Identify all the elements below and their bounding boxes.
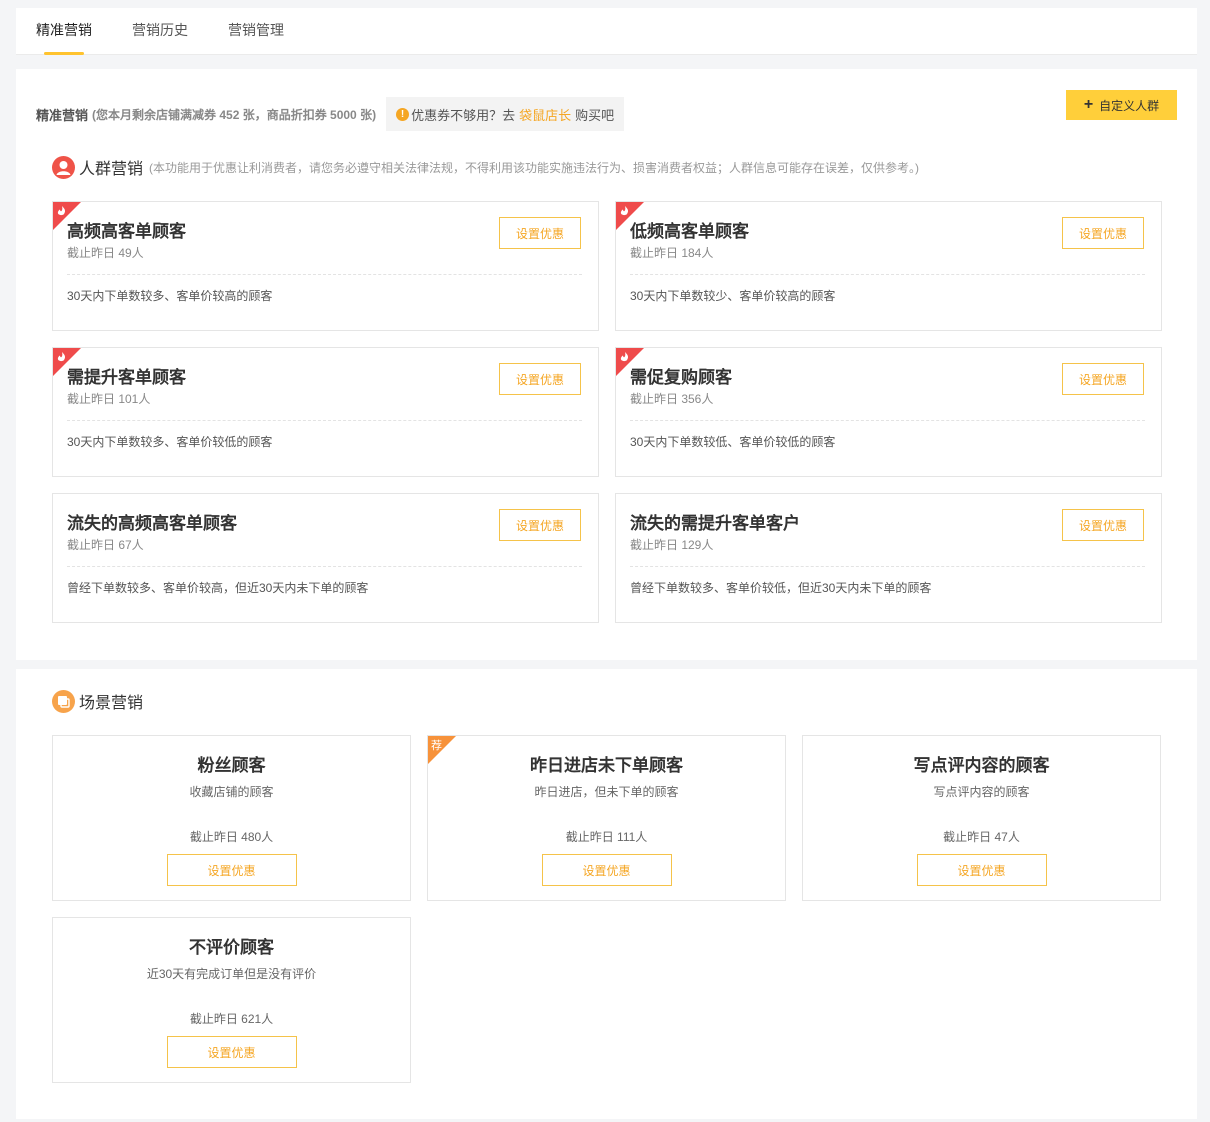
divider <box>630 274 1145 275</box>
divider <box>67 420 582 421</box>
set-discount-button[interactable]: 设置优惠 <box>499 363 581 395</box>
scene-card: 粉丝顾客收藏店铺的顾客 截止昨日 480人设置优惠 <box>52 735 411 901</box>
scene-marketing-title: 场景营销 <box>79 695 144 712</box>
scene-marketing-header: 场景营销 <box>52 689 143 713</box>
custom-crowd-label: 自定义人群 <box>1099 98 1160 113</box>
store-manager-link[interactable]: 袋鼠店长 <box>519 105 571 124</box>
crowd-card-title: 需提升客单顾客 <box>67 368 186 387</box>
crowd-card-title: 流失的需提升客单客户 <box>630 514 800 533</box>
scene-card-description: 近30天有完成订单但是没有评价 <box>146 967 317 981</box>
coupon-tip: ! 优惠券不够用？去 袋鼠店长 购买吧 <box>386 97 625 131</box>
scene-card-description: 收藏店铺的顾客 <box>189 785 274 799</box>
scene-card-title: 昨日进店未下单顾客 <box>530 756 683 775</box>
crowd-card: 流失的需提升客单客户截止昨日 129人曾经下单数较多、客单价较低，但近30天内未… <box>615 493 1162 623</box>
set-discount-button[interactable]: 设置优惠 <box>541 854 672 886</box>
coupon-balance-note: (您本月剩余店铺满减券 452 张，商品折扣券 5000 张) <box>92 107 377 122</box>
crowd-card-description: 30天内下单数较少、客单价较高的顾客 <box>630 289 836 303</box>
scene-card: 荐昨日进店未下单顾客 昨日进店，但未下单的顾客 截止昨日 111人 设置优惠 <box>427 735 786 901</box>
crowd-card-count: 截止昨日 356人 <box>630 392 714 406</box>
crowd-card-title: 需促复购顾客 <box>630 368 732 387</box>
tab-marketing-management[interactable]: 营销管理 <box>228 8 284 55</box>
scene-card-count: 截止昨日 621人 <box>189 1012 274 1026</box>
set-discount-button[interactable]: 设置优惠 <box>1062 363 1144 395</box>
crowd-marketing-title: 人群营销 <box>79 161 144 178</box>
crowd-marketing-disclaimer: (本功能用于优惠让利消费者，请您务必遵守相关法律法规，不得利用该功能实施违法行为… <box>149 160 920 175</box>
crowd-card: 需促复购顾客截止昨日 356人 30天内下单数较低、客单价较低的顾客 设置优惠 <box>615 347 1162 477</box>
scene-card: 不评价顾客近30天有完成订单但是没有评价 截止昨日 621人设置优惠 <box>52 917 411 1083</box>
scene-card-count: 截止昨日 480人 <box>189 830 274 844</box>
scene-card-title: 写点评内容的顾客 <box>913 756 1050 775</box>
crowd-card: 高频高客单顾客截止昨日 49人 30天内下单数较多、客单价较高的顾客 设置优惠 <box>52 201 599 331</box>
scene-card-title: 不评价顾客 <box>189 938 274 957</box>
copy-icon <box>52 689 75 713</box>
precise-title: 精准营销 <box>36 107 89 123</box>
set-discount-button[interactable]: 设置优惠 <box>499 509 581 541</box>
scene-card-description: 昨日进店，但未下单的顾客 <box>534 785 679 799</box>
tab-precise-marketing[interactable]: 精准营销 <box>36 8 92 55</box>
crowd-card-title: 低频高客单顾客 <box>630 222 749 241</box>
set-discount-button[interactable]: 设置优惠 <box>1062 217 1144 249</box>
crowd-card-count: 截止昨日 101人 <box>67 392 151 406</box>
crowd-card-description: 30天内下单数较低、客单价较低的顾客 <box>630 435 836 449</box>
scene-marketing-panel: 场景营销 粉丝顾客 收藏店铺的顾客 截止昨日 480人 设置优惠荐昨日进店未下单顾客昨… <box>16 669 1197 1119</box>
scene-card-count: 截止昨日 47人 <box>943 830 1020 844</box>
crowd-card-description: 30天内下单数较多、客单价较低的顾客 <box>67 435 273 449</box>
scene-card-description: 写点评内容的顾客 <box>933 785 1030 799</box>
crowd-card-count: 截止昨日 184人 <box>630 246 714 260</box>
scene-card: 写点评内容的顾客 写点评内容的顾客 截止昨日 47人 设置优惠 <box>802 735 1161 901</box>
custom-crowd-button[interactable]: + 自定义人群 <box>1066 90 1177 120</box>
tip-prefix: 优惠券不够用？去 <box>411 107 516 123</box>
precise-marketing-panel: 精准营销 (您本月剩余店铺满减券 452 张，商品折扣券 5000 张) ! 优… <box>16 69 1197 660</box>
tab-bar: 精准营销 营销历史 营销管理 <box>16 8 1197 55</box>
divider <box>630 566 1145 567</box>
warning-icon: ! <box>396 107 410 121</box>
crowd-card-title: 流失的高频高客单顾客 <box>67 514 237 533</box>
crowd-card-title: 高频高客单顾客 <box>67 222 186 241</box>
tip-suffix: 购买吧 <box>575 107 615 123</box>
crowd-card-description: 曾经下单数较多、客单价较低，但近30天内未下单的顾客 <box>630 581 932 595</box>
crowd-card-description: 30天内下单数较多、客单价较高的顾客 <box>67 289 273 303</box>
crowd-card-description: 曾经下单数较多、客单价较高，但近30天内未下单的顾客 <box>67 581 369 595</box>
crowd-card-count: 截止昨日 49人 <box>67 246 144 260</box>
precise-header: 精准营销 (您本月剩余店铺满减券 452 张，商品折扣券 5000 张) ! 优… <box>36 97 625 131</box>
set-discount-button[interactable]: 设置优惠 <box>166 854 297 886</box>
tab-marketing-history[interactable]: 营销历史 <box>132 8 188 55</box>
crowd-card: 低频高客单顾客截止昨日 184人 30天内下单数较少、客单价较高的顾客 设置优惠 <box>615 201 1162 331</box>
scene-card-title: 粉丝顾客 <box>197 756 266 775</box>
crowd-card: 需提升客单顾客截止昨日 101人 30天内下单数较多、客单价较低的顾客 设置优惠 <box>52 347 599 477</box>
set-discount-button[interactable]: 设置优惠 <box>499 217 581 249</box>
crowd-card: 流失的高频高客单顾客截止昨日 67人曾经下单数较多、客单价较高，但近30天内未下… <box>52 493 599 623</box>
set-discount-button[interactable]: 设置优惠 <box>916 854 1047 886</box>
scene-card-count: 截止昨日 111人 <box>565 830 648 844</box>
crowd-marketing-header: 人群营销 (本功能用于优惠让利消费者，请您务必遵守相关法律法规，不得利用该功能实… <box>52 155 919 179</box>
crowd-card-count: 截止昨日 67人 <box>67 538 144 552</box>
divider <box>67 274 582 275</box>
crowd-card-count: 截止昨日 129人 <box>630 538 714 552</box>
plus-icon: + <box>1083 96 1094 113</box>
divider <box>630 420 1145 421</box>
divider <box>67 566 582 567</box>
set-discount-button[interactable]: 设置优惠 <box>1062 509 1144 541</box>
user-icon <box>52 155 75 179</box>
set-discount-button[interactable]: 设置优惠 <box>166 1036 297 1068</box>
